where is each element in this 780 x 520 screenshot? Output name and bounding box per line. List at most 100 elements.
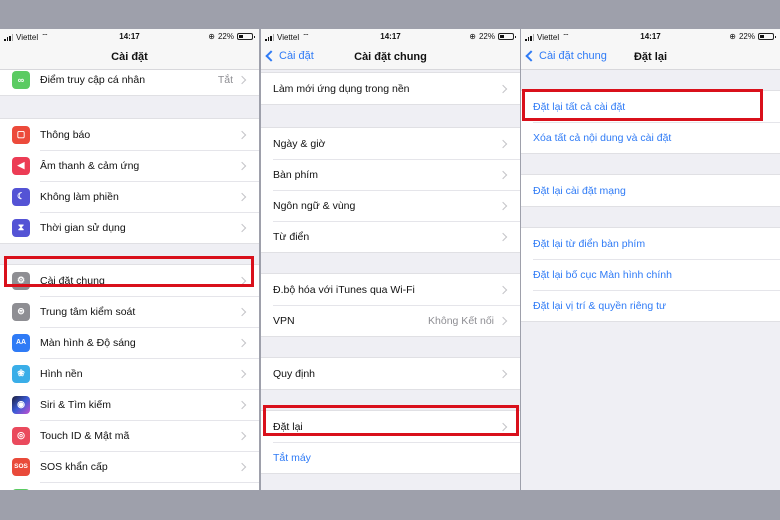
item-label: Không làm phiền [40,190,119,203]
reset-keyboard-dictionary-button[interactable]: Đặt lại từ điển bàn phím [521,228,780,259]
chevron-right-icon [498,316,508,325]
item-label: Thông báo [40,128,91,141]
item-label: Ngày & giờ [273,137,326,150]
rotation-lock-icon: ⊕ [729,32,736,41]
general-screen: Viettel ⌔ 14:17 ⊕ 22% Cài đặt Cài đặt chun… [261,29,520,490]
item-label: Âm thanh & cảm ứng [40,159,140,172]
chevron-right-icon [237,307,247,316]
gear-icon: ⚙ [12,271,30,290]
general-item-itunes-sync[interactable]: Đ.bộ hóa với iTunes qua Wi-Fi [261,274,520,305]
rotation-lock-icon: ⊕ [208,32,215,41]
settings-item-siri[interactable]: ◉ Siri & Tìm kiếm [0,389,259,420]
settings-item-battery[interactable]: ▬ Pin [0,482,259,490]
item-label: SOS khẩn cấp [40,460,108,473]
moon-icon: ☾ [12,187,30,206]
general-group-sync: Đ.bộ hóa với iTunes qua Wi-Fi VPN Không … [261,273,520,337]
chevron-right-icon [237,223,247,232]
chevron-right-icon [498,139,508,148]
item-label: Siri & Tìm kiếm [40,398,111,411]
page-title: Đặt lại [633,51,667,63]
settings-group-hotspot: ∞ Điểm truy cập cá nhân Tắt [0,64,259,96]
reset-location-privacy-button[interactable]: Đặt lại vị trí & quyền riêng tư [521,290,780,321]
settings-screen: Viettel ⌔ 14:17 ⊕ 22% Cài đặt ∞ Điểm truy … [0,29,259,490]
item-label: Đặt lại [273,420,303,433]
settings-item-hotspot[interactable]: ∞ Điểm truy cập cá nhân Tắt [0,64,259,95]
hotspot-icon: ∞ [12,70,30,89]
general-item-dictionary[interactable]: Từ điển [261,221,520,252]
reset-network-settings-button[interactable]: Đặt lại cài đặt mạng [521,175,780,206]
reset-screen: Viettel ⌔ 14:17 ⊕ 22% Cài đặt chung Đặt lạ… [521,29,780,490]
notifications-icon: ▢ [12,125,30,144]
item-label: Touch ID & Mật mã [40,429,130,442]
general-item-vpn[interactable]: VPN Không Kết nối [261,305,520,336]
item-label: Bàn phím [273,168,318,181]
status-bar: Viettel ⌔ 14:17 ⊕ 22% [261,29,520,45]
battery-percent: 22% [217,32,234,41]
vpn-status: Không Kết nối [428,314,494,327]
item-label: VPN [273,314,295,327]
settings-item-do-not-disturb[interactable]: ☾ Không làm phiền [0,181,259,212]
chevron-right-icon [237,338,247,347]
item-label: Đặt lại vị trí & quyền riêng tư [533,299,667,312]
settings-item-general[interactable]: ⚙ Cài đặt chung [0,265,259,296]
battery-icon [758,33,776,40]
chevron-right-icon [498,285,508,294]
sound-icon: ◀︎ [12,156,30,175]
chevron-right-icon [498,422,508,431]
settings-item-display[interactable]: AA Màn hình & Độ sáng [0,327,259,358]
item-label: Xóa tất cả nội dung và cài đặt [533,131,672,144]
nav-bar: Cài đặt Cài đặt chung [261,45,520,70]
hourglass-icon: ⧗ [12,218,30,237]
status-bar: Viettel ⌔ 14:17 ⊕ 22% [0,29,259,45]
chevron-right-icon [498,170,508,179]
reset-all-settings-button[interactable]: Đặt lại tất cả cài đặt [521,91,780,122]
chevron-right-icon [237,192,247,201]
reset-group-network: Đặt lại cài đặt mạng [521,174,780,207]
general-item-keyboard[interactable]: Bàn phím [261,159,520,190]
control-center-icon: ⊜ [12,302,30,321]
settings-item-touch-id[interactable]: ◎ Touch ID & Mật mã [0,420,259,451]
item-label: Thời gian sử dụng [40,221,126,234]
item-label: Cài đặt chung [40,274,105,287]
chevron-right-icon [237,431,247,440]
item-label: Làm mới ứng dụng trong nền [273,82,410,95]
reset-group-all: Đặt lại tất cả cài đặt Xóa tất cả nội du… [521,90,780,154]
fingerprint-icon: ◎ [12,426,30,445]
item-label: Ngôn ngữ & vùng [273,199,356,212]
settings-group-notifications: ▢ Thông báo ◀︎ Âm thanh & cảm ứng ☾ Khôn… [0,118,259,244]
general-item-background-refresh[interactable]: Làm mới ứng dụng trong nền [261,73,520,104]
settings-item-sos[interactable]: SOS SOS khẩn cấp [0,451,259,482]
battery-percent: 22% [738,32,755,41]
settings-item-control-center[interactable]: ⊜ Trung tâm kiểm soát [0,296,259,327]
chevron-right-icon [237,75,247,84]
item-label: Quy định [273,367,316,380]
item-label: Từ điển [273,230,310,243]
nav-bar: Cài đặt chung Đặt lại [521,45,780,70]
general-item-language-region[interactable]: Ngôn ngữ & vùng [261,190,520,221]
reset-group-other: Đặt lại từ điển bàn phím Đặt lại bố cục … [521,227,780,322]
reset-home-screen-layout-button[interactable]: Đặt lại bố cục Màn hình chính [521,259,780,290]
settings-item-notifications[interactable]: ▢ Thông báo [0,119,259,150]
general-group-regulatory: Quy định [261,357,520,390]
erase-all-content-button[interactable]: Xóa tất cả nội dung và cài đặt [521,122,780,153]
settings-item-wallpaper[interactable]: ❀ Hình nền [0,358,259,389]
item-label: Trung tâm kiểm soát [40,305,136,318]
general-group-refresh: Làm mới ứng dụng trong nền [261,72,520,105]
settings-item-sounds[interactable]: ◀︎ Âm thanh & cảm ứng [0,150,259,181]
settings-group-general: ⚙ Cài đặt chung ⊜ Trung tâm kiểm soát AA… [0,264,259,490]
battery-icon [237,33,255,40]
general-item-regulatory[interactable]: Quy định [261,358,520,389]
shut-down-button[interactable]: Tắt máy [261,442,520,473]
item-label: Đặt lại tất cả cài đặt [533,100,626,113]
general-item-reset[interactable]: Đặt lại [261,411,520,442]
chevron-right-icon [237,276,247,285]
item-label: Đ.bộ hóa với iTunes qua Wi-Fi [273,283,415,296]
settings-item-screen-time[interactable]: ⧗ Thời gian sử dụng [0,212,259,243]
page-title: Cài đặt chung [354,51,427,63]
item-label: Đặt lại bố cục Màn hình chính [533,268,672,281]
chevron-right-icon [498,84,508,93]
chevron-right-icon [237,161,247,170]
general-group-keyboard: Ngày & giờ Bàn phím Ngôn ngữ & vùng Từ đ… [261,127,520,253]
general-item-date-time[interactable]: Ngày & giờ [261,128,520,159]
display-icon: AA [12,333,30,352]
